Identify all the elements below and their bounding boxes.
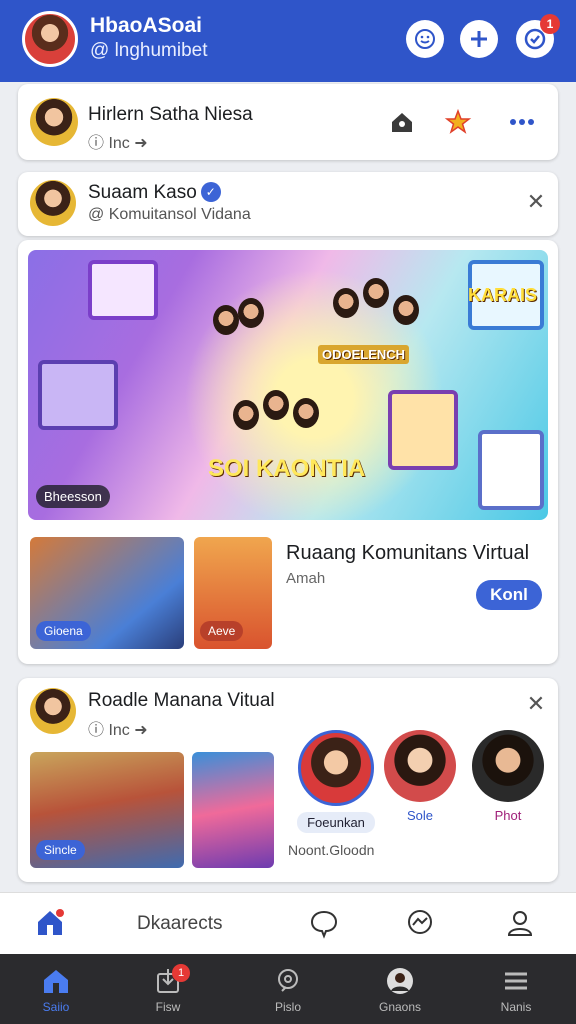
banner-screen xyxy=(388,390,458,470)
menu-icon xyxy=(505,972,527,990)
nav-badge: 1 xyxy=(172,964,190,982)
banner-screen xyxy=(478,430,544,510)
banner-person xyxy=(393,295,419,325)
banner-person xyxy=(293,398,319,428)
thumbnail-tag: Aeve xyxy=(200,621,244,641)
plus-icon xyxy=(471,31,487,47)
person-avatar xyxy=(472,730,544,802)
banner-screen xyxy=(88,260,158,320)
community-banner[interactable]: KARAIS ODOELENCH SOI KAONTIA Bheesson xyxy=(28,250,548,520)
banner-label: Bheesson xyxy=(36,485,110,508)
nav-label: Fisw xyxy=(155,1000,181,1014)
person-item[interactable]: Phot xyxy=(466,730,550,823)
smile-button[interactable] xyxy=(406,20,444,58)
event-thumbnail[interactable] xyxy=(192,752,274,868)
avatar[interactable] xyxy=(30,98,78,146)
nav-label: Saiio xyxy=(42,1000,70,1014)
home-icon[interactable] xyxy=(34,907,68,941)
banner-person xyxy=(213,305,239,335)
person-avatar xyxy=(384,730,456,802)
banner-person xyxy=(238,298,264,328)
user-sub: ⓘ Inc ➜ xyxy=(88,135,148,152)
avatar[interactable] xyxy=(30,180,76,226)
event-thumbnail[interactable]: Sincle xyxy=(30,752,184,868)
suggestion-name-text: Suaam Kaso xyxy=(88,182,197,203)
link-icon: ➜ xyxy=(134,722,148,739)
nav-label: Nanis xyxy=(500,1000,532,1014)
community-thumbnail[interactable]: Aeve xyxy=(194,537,272,649)
event-footer: Noont.Gloodn xyxy=(288,842,375,858)
community-thumbnail[interactable]: Gioena xyxy=(30,537,184,649)
person-avatar xyxy=(298,730,374,806)
nav-item-home[interactable]: Saiio xyxy=(26,966,86,1014)
banner-screen xyxy=(38,360,118,430)
close-icon[interactable]: ✕ xyxy=(524,190,548,214)
suggestion-card[interactable]: Suaam Kaso ✓ @ Komuitansol Vidana ✕ xyxy=(18,172,558,236)
profile-icon xyxy=(387,968,413,994)
thumbnail-tag: Sincle xyxy=(36,840,85,860)
profile-avatar[interactable] xyxy=(22,11,78,67)
person-label: Foeunkan xyxy=(297,812,375,833)
secondary-tab-bar: Dkaarects xyxy=(0,892,576,954)
event-sub-text: Inc xyxy=(108,722,130,739)
chat-icon[interactable] xyxy=(308,907,342,941)
notifications-button[interactable]: 1 xyxy=(516,14,560,58)
banner-person xyxy=(363,278,389,308)
banner-sign: ODOELENCH xyxy=(318,345,410,364)
nav-item-profile[interactable]: Gnaons xyxy=(370,966,430,1014)
nav-item-search[interactable]: Pislo xyxy=(258,966,318,1014)
close-icon[interactable]: ✕ xyxy=(524,692,548,716)
verified-icon: ✓ xyxy=(200,182,221,202)
smile-icon xyxy=(415,29,435,49)
banner-person xyxy=(233,400,259,430)
banner-person xyxy=(333,288,359,318)
event-card[interactable]: Roadle Manana Vitual ⓘ Inc ➜ ✕ Sincle Fo… xyxy=(18,678,558,882)
link-icon: ➜ xyxy=(134,135,148,152)
person-label: Phot xyxy=(494,808,522,823)
person-label: Sole xyxy=(406,808,434,823)
avatar[interactable] xyxy=(30,688,76,734)
nav-label: Gnaons xyxy=(378,1000,422,1014)
nav-item-download[interactable]: 1 Fisw xyxy=(138,964,198,1014)
more-icon[interactable] xyxy=(508,108,536,136)
person-item[interactable]: Foeunkan xyxy=(286,730,386,833)
user-sub-text: Inc xyxy=(108,135,130,152)
thumbnail-tag: Gioena xyxy=(36,621,91,641)
add-button[interactable] xyxy=(460,20,498,58)
notification-badge: 1 xyxy=(540,14,560,34)
home-icon xyxy=(44,970,68,993)
suggestion-name: Suaam Kaso ✓ xyxy=(88,182,221,204)
profile-icon[interactable] xyxy=(504,907,538,941)
community-card[interactable]: KARAIS ODOELENCH SOI KAONTIA Bheesson Gi… xyxy=(18,240,558,664)
person-item[interactable]: Sole xyxy=(378,730,462,823)
user-card[interactable]: Hirlern Satha Niesa ⓘ Inc ➜ xyxy=(18,84,558,160)
community-title: Ruaang Komunitans Virtual xyxy=(286,542,530,564)
banner-sign: KARAIS xyxy=(468,285,538,305)
community-subtitle: Amah xyxy=(286,570,326,587)
profile-handle: @ lnghumibet xyxy=(90,40,208,61)
home-icon[interactable] xyxy=(388,108,416,136)
star-icon[interactable] xyxy=(444,108,472,136)
suggestion-sub: @ Komuitansol Vidana xyxy=(88,206,251,223)
profile-name: HbaoASoai xyxy=(90,14,203,37)
event-name: Roadle Manana Vitual xyxy=(88,690,275,711)
banner-person xyxy=(263,390,289,420)
event-sub: ⓘ Inc ➜ xyxy=(88,722,148,739)
nav-label: Pislo xyxy=(274,1000,301,1014)
top-header: HbaoASoai @ lnghumibet 1 xyxy=(0,0,576,82)
bottom-navigation: Saiio 1 Fisw Pislo Gnaons Nanis xyxy=(0,954,576,1024)
search-icon xyxy=(278,969,298,992)
messenger-icon[interactable] xyxy=(404,907,438,941)
banner-sign: SOI KAONTIA xyxy=(208,455,366,482)
nav-item-menu[interactable]: Nanis xyxy=(486,966,546,1014)
user-name: Hirlern Satha Niesa xyxy=(88,104,253,125)
tab-label[interactable]: Dkaarects xyxy=(137,913,223,935)
join-button[interactable]: Konl xyxy=(476,580,542,610)
